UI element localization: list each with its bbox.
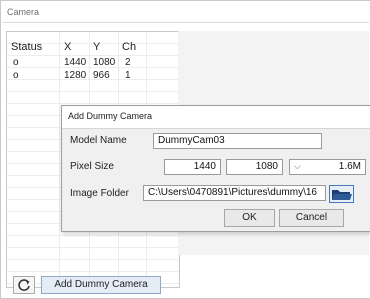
image-folder-label: Image Folder [70, 188, 129, 199]
pixel-megapixels-value: 1.6M [338, 161, 361, 172]
refresh-icon [18, 279, 30, 291]
window-title: Camera [7, 7, 40, 17]
model-name-label: Model Name [70, 135, 127, 146]
pixel-size-label: Pixel Size [70, 161, 114, 172]
model-name-input[interactable]: DummyCam03 [153, 133, 322, 149]
cell-y[interactable]: 1080 [93, 57, 115, 68]
title-separator [2, 22, 369, 23]
ok-button[interactable]: OK [224, 209, 275, 227]
column-header-x[interactable]: X [64, 41, 71, 53]
column-header-y[interactable]: Y [93, 41, 100, 53]
status-indicator: o [13, 70, 19, 81]
column-header-ch[interactable]: Ch [122, 41, 136, 53]
column-header-status[interactable]: Status [11, 41, 42, 53]
cell-y[interactable]: 966 [93, 70, 110, 81]
refresh-button[interactable] [13, 276, 35, 294]
cell-ch[interactable]: 1 [125, 70, 131, 81]
chevron-down-icon: ⌵ [294, 161, 301, 171]
column-divider [59, 32, 60, 287]
image-folder-input[interactable]: C:\Users\0470891\Pictures\dummy\16 [143, 185, 326, 201]
cell-x[interactable]: 1440 [64, 57, 86, 68]
cell-x[interactable]: 1280 [64, 70, 86, 81]
add-dummy-camera-button[interactable]: Add Dummy Camera [41, 276, 161, 294]
pixel-width-input[interactable]: 1440 [164, 159, 221, 175]
add-dummy-camera-dialog: Add Dummy Camera Model Name DummyCam03 P… [61, 105, 370, 232]
status-indicator: o [13, 57, 19, 68]
dialog-title: Add Dummy Camera [68, 111, 153, 121]
browse-folder-button[interactable] [329, 185, 354, 203]
cancel-button[interactable]: Cancel [279, 209, 344, 227]
camera-window: Camera Status X Y Ch o 1440 1080 2 o 128… [0, 0, 370, 299]
dialog-title-bar[interactable]: Add Dummy Camera [62, 106, 370, 129]
pixel-height-input[interactable]: 1080 [226, 159, 283, 175]
pixel-size-select[interactable]: ⌵ 1.6M [289, 159, 366, 175]
cell-ch[interactable]: 2 [125, 57, 131, 68]
folder-icon [332, 190, 352, 200]
